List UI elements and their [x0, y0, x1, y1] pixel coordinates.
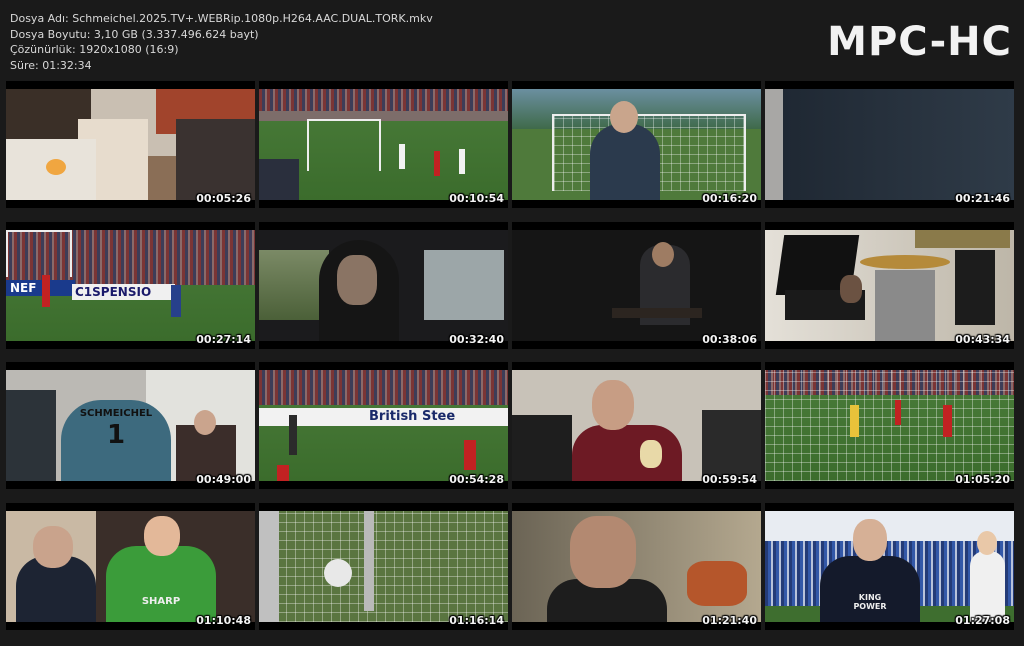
thumbnail-timestamp: 00:16:20: [702, 192, 757, 205]
thumbnail[interactable]: 01:16:14: [259, 503, 508, 630]
thumbnail[interactable]: SCHMEICHEL 1 00:49:00: [6, 362, 255, 489]
resolution-line: Çözünürlük: 1920x1080 (16:9): [10, 43, 179, 56]
thumbnail[interactable]: 00:10:54: [259, 81, 508, 208]
thumbnail-timestamp: 00:59:54: [702, 473, 757, 486]
thumbnail-timestamp: 00:43:34: [955, 333, 1010, 346]
sponsor-sharp: SHARP: [141, 596, 181, 607]
thumbnail[interactable]: 00:43:34: [765, 222, 1014, 349]
file-name-line: Dosya Adı: Schmeichel.2025.TV+.WEBRip.10…: [10, 12, 433, 25]
thumbnail[interactable]: 01:21:40: [512, 503, 761, 630]
thumbnail[interactable]: 00:21:46: [765, 81, 1014, 208]
thumbnail-timestamp: 00:32:40: [449, 333, 504, 346]
thumbnail-timestamp: 00:38:06: [702, 333, 757, 346]
thumbnail[interactable]: SHARP 01:10:48: [6, 503, 255, 630]
sponsor-king-power: KING POWER: [853, 593, 887, 611]
thumbnail-timestamp: 00:27:14: [196, 333, 251, 346]
file-info: Dosya Adı: Schmeichel.2025.TV+.WEBRip.10…: [10, 11, 433, 73]
thumbnail-timestamp: 00:54:28: [449, 473, 504, 486]
thumbnail-timestamp: 01:05:20: [955, 473, 1010, 486]
file-size-line: Dosya Boyutu: 3,10 GB (3.337.496.624 bay…: [10, 27, 259, 41]
thumbnail-timestamp: 00:21:46: [955, 192, 1010, 205]
thumbnail-timestamp: 00:49:00: [196, 473, 251, 486]
thumbnail-timestamp: 01:10:48: [196, 614, 251, 627]
thumbnail-timestamp: 00:05:26: [196, 192, 251, 205]
thumbnail[interactable]: 00:59:54: [512, 362, 761, 489]
thumbnail[interactable]: 00:16:20: [512, 81, 761, 208]
thumbnail[interactable]: NEF C1SPENSIO 00:27:14: [6, 222, 255, 349]
thumbnail-timestamp: 01:21:40: [702, 614, 757, 627]
thumbnail[interactable]: KING POWER 01:27:08: [765, 503, 1014, 630]
thumbnail-timestamp: 01:16:14: [449, 614, 504, 627]
duration-line: Süre: 01:32:34: [10, 58, 92, 72]
app-logo: MPC-HC: [827, 19, 1012, 65]
thumbnail[interactable]: 01:05:20: [765, 362, 1014, 489]
thumbnail-timestamp: 00:10:54: [449, 192, 504, 205]
thumbnail[interactable]: 00:32:40: [259, 222, 508, 349]
banner-spensio: C1SPENSIO: [72, 284, 175, 300]
banner-nef: NEF: [6, 280, 75, 296]
jersey-number: 1: [106, 420, 126, 450]
jersey-name: SCHMEICHEL: [79, 408, 153, 419]
thumbnail[interactable]: 00:38:06: [512, 222, 761, 349]
thumbnail-timestamp: 01:27:08: [955, 614, 1010, 627]
thumbnail[interactable]: British Stee 00:54:28: [259, 362, 508, 489]
thumbnail[interactable]: 00:05:26: [6, 81, 255, 208]
